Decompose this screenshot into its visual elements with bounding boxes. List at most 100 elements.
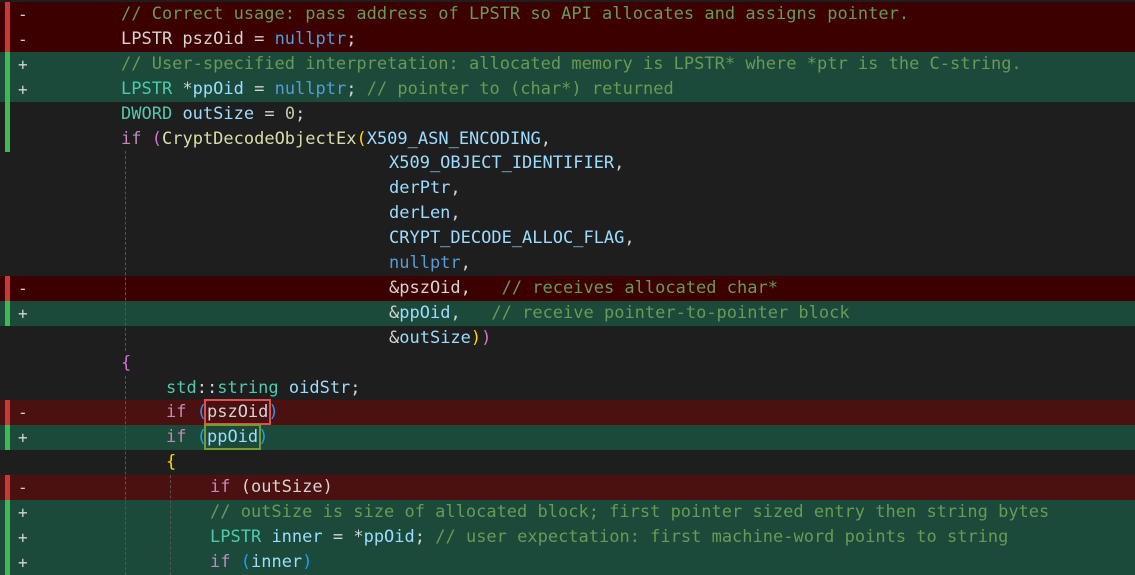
diff-marker: + bbox=[18, 552, 28, 572]
diff-marker: + bbox=[18, 428, 28, 448]
code-token: if bbox=[210, 551, 231, 572]
code-token: 0 bbox=[284, 103, 296, 124]
code-text[interactable]: // Correct usage: pass address of LPSTR … bbox=[121, 2, 909, 27]
code-token: // receive pointer-to-pointer block bbox=[491, 302, 850, 323]
code-token: = bbox=[254, 103, 285, 124]
code-token: ) bbox=[258, 427, 269, 448]
code-token: X509_ASN_ENCODING bbox=[366, 128, 541, 149]
code-text[interactable]: // outSize is size of allocated block; f… bbox=[210, 500, 1049, 525]
diff-line[interactable]: derLen, bbox=[0, 201, 1135, 226]
code-text[interactable]: LPSTR inner = *ppOid; // user expectatio… bbox=[210, 525, 1008, 550]
change-gutter-bar bbox=[5, 126, 10, 152]
code-text[interactable]: nullptr, bbox=[389, 251, 471, 276]
diff-line[interactable]: CRYPT_DECODE_ALLOC_FLAG, bbox=[0, 226, 1135, 251]
diff-line[interactable]: { bbox=[0, 450, 1135, 475]
diff-line-added[interactable]: + &ppOid, // receive pointer-to-pointer b… bbox=[0, 300, 1135, 326]
code-text[interactable]: if (pszOid) bbox=[166, 399, 279, 426]
diff-line[interactable]: &outSize)) bbox=[0, 326, 1135, 351]
code-token: if bbox=[166, 427, 187, 448]
change-gutter-bar bbox=[5, 549, 10, 575]
highlighted-token: pszOid bbox=[203, 399, 272, 426]
code-token: oidStr bbox=[288, 377, 351, 398]
code-text[interactable]: derPtr, bbox=[389, 176, 461, 201]
code-token: , bbox=[450, 302, 492, 323]
code-token: nullptr bbox=[274, 28, 347, 49]
diff-line-removed[interactable]: - &pszOid, // receives allocated char* bbox=[0, 275, 1135, 301]
diff-line-removed[interactable]: - LPSTR pszOid = nullptr; bbox=[0, 26, 1135, 52]
code-text[interactable]: std::string oidStr; bbox=[166, 376, 361, 401]
code-token: X509_OBJECT_IDENTIFIER bbox=[389, 153, 615, 174]
code-text[interactable]: { bbox=[121, 351, 131, 376]
code-token: ; bbox=[414, 526, 436, 547]
code-token: string bbox=[217, 377, 279, 398]
code-token: // receives allocated char* bbox=[501, 277, 778, 298]
code-token: nullptr bbox=[274, 78, 347, 99]
code-text[interactable]: if (CryptDecodeObjectEx(X509_ASN_ENCODIN… bbox=[121, 127, 551, 152]
code-token: * bbox=[172, 78, 193, 99]
code-text[interactable]: derLen, bbox=[389, 201, 461, 226]
diff-marker bbox=[18, 226, 30, 251]
code-text[interactable]: LPSTR *ppOid = nullptr; // pointer to (c… bbox=[121, 77, 674, 102]
code-token: std bbox=[166, 377, 197, 398]
change-gutter-bar bbox=[5, 76, 10, 102]
code-token: ; bbox=[350, 377, 361, 398]
code-token: // User-specified interpretation: alloca… bbox=[121, 53, 1022, 74]
code-token: CryptDecodeObjectEx bbox=[161, 128, 357, 149]
code-token: ) bbox=[481, 327, 492, 348]
code-token: CRYPT_DECODE_ALLOC_FLAG bbox=[389, 228, 625, 249]
diff-line[interactable]: X509_OBJECT_IDENTIFIER, bbox=[0, 151, 1135, 176]
change-gutter-bar bbox=[5, 2, 10, 27]
code-text[interactable]: CRYPT_DECODE_ALLOC_FLAG, bbox=[389, 226, 635, 251]
diff-line[interactable]: nullptr, bbox=[0, 251, 1135, 276]
diff-line[interactable]: derPtr, bbox=[0, 176, 1135, 201]
code-token: ppOid bbox=[192, 78, 244, 99]
code-text[interactable]: { bbox=[166, 450, 176, 475]
code-token: pszOid bbox=[182, 28, 244, 49]
code-text[interactable]: &ppOid, // receive pointer-to-pointer bl… bbox=[389, 301, 850, 326]
code-token: LPSTR bbox=[121, 78, 173, 99]
diff-line-removed[interactable]: - if (pszOid) bbox=[0, 399, 1135, 426]
code-text[interactable]: &pszOid, // receives allocated char* bbox=[389, 276, 778, 301]
code-token: // user expectation: first machine-word … bbox=[435, 526, 1009, 547]
diff-marker bbox=[18, 251, 30, 276]
code-token: (outSize) bbox=[230, 477, 333, 498]
diff-line[interactable]: { bbox=[0, 351, 1135, 376]
code-text[interactable]: DWORD outSize = 0; bbox=[121, 102, 305, 127]
code-text[interactable]: // User-specified interpretation: alloca… bbox=[121, 52, 1022, 77]
diff-line-removed[interactable]: - // Correct usage: pass address of LPSTR… bbox=[0, 2, 1135, 27]
code-token: ppOid bbox=[363, 526, 415, 547]
diff-marker: + bbox=[18, 54, 28, 74]
code-token: = * bbox=[322, 526, 364, 547]
code-text[interactable]: X509_OBJECT_IDENTIFIER, bbox=[389, 151, 624, 176]
diff-line-added[interactable]: + if (ppOid) bbox=[0, 424, 1135, 451]
diff-line[interactable]: if (CryptDecodeObjectEx(X509_ASN_ENCODIN… bbox=[0, 126, 1135, 152]
code-token: inner bbox=[250, 551, 303, 572]
code-text[interactable]: LPSTR pszOid = nullptr; bbox=[121, 27, 356, 52]
code-token: ) bbox=[268, 402, 279, 423]
diff-marker bbox=[18, 450, 30, 475]
code-text[interactable]: if (inner) bbox=[210, 550, 312, 575]
indent-guide bbox=[125, 151, 126, 351]
diff-editor[interactable]: - // Correct usage: pass address of LPSTR… bbox=[0, 0, 1135, 575]
code-text[interactable]: if (outSize) bbox=[210, 475, 333, 500]
diff-line[interactable]: std::string oidStr; bbox=[0, 376, 1135, 401]
diff-line-added[interactable]: + // User-specified interpretation: alloc… bbox=[0, 51, 1135, 77]
code-token: & bbox=[389, 302, 400, 323]
code-token: :: bbox=[196, 377, 218, 398]
code-token: ; bbox=[346, 28, 357, 49]
code-token: derPtr bbox=[389, 178, 451, 199]
code-text[interactable]: if (ppOid) bbox=[166, 424, 269, 451]
diff-line-added[interactable]: + LPSTR *ppOid = nullptr; // pointer to (… bbox=[0, 76, 1135, 102]
diff-marker: + bbox=[18, 503, 28, 522]
diff-marker bbox=[18, 201, 30, 226]
code-text[interactable]: &outSize)) bbox=[389, 326, 491, 351]
code-token: { bbox=[166, 452, 177, 473]
indent-guide bbox=[125, 375, 126, 575]
change-gutter-bar bbox=[5, 300, 10, 326]
diff-line[interactable]: DWORD outSize = 0; bbox=[0, 101, 1135, 127]
